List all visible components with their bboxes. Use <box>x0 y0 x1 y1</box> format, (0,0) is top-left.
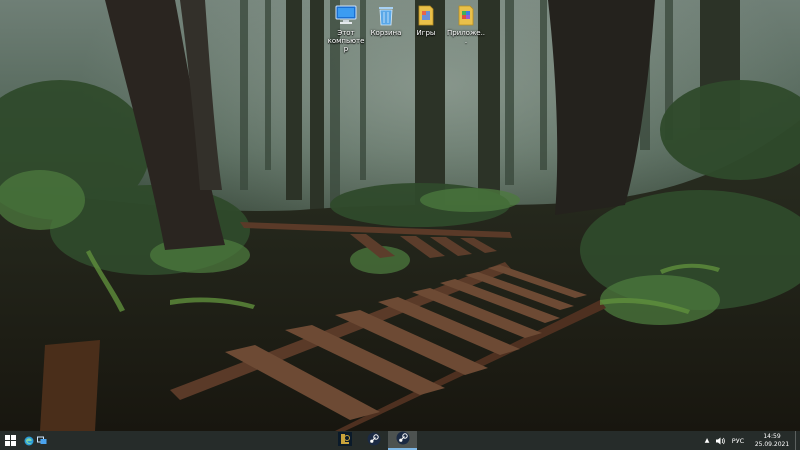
desktop-icon-this-pc[interactable]: Этот компьютер <box>326 3 366 53</box>
desktop-icon-label: Игры <box>416 29 436 37</box>
forest-stairs-image <box>0 0 800 431</box>
desktop-icon-label: Этот компьютер <box>327 29 365 53</box>
computer-icon <box>334 3 358 27</box>
tray-overflow-button[interactable]: ▲ <box>701 437 713 444</box>
recycle-bin-icon <box>374 3 398 27</box>
folder-apps-icon <box>454 3 478 27</box>
start-button[interactable] <box>0 431 20 450</box>
clock-date: 25.09.2021 <box>754 440 790 448</box>
desktop-icon-apps-folder[interactable]: Приложе... <box>446 3 486 53</box>
system-tray: ▲ РУС 14:59 25.09.2021 <box>701 431 800 450</box>
clock-time: 14:59 <box>763 433 781 440</box>
taskbar-app-league-of-legends[interactable] <box>330 431 359 450</box>
desktop-icon-recycle-bin[interactable]: Корзина <box>366 3 406 53</box>
task-view-icon[interactable] <box>37 436 47 446</box>
desktop-wallpaper <box>0 0 800 431</box>
taskbar-app-steam[interactable] <box>359 431 388 450</box>
input-language-indicator[interactable]: РУС <box>727 437 749 445</box>
show-desktop-button[interactable] <box>795 431 800 450</box>
desktop-icon-label: Корзина <box>370 29 402 37</box>
desktop-icon-games-folder[interactable]: Игры <box>406 3 446 53</box>
desktop-icon-label: Приложе... <box>446 29 486 45</box>
steam-icon <box>367 431 381 450</box>
steam-icon <box>396 430 410 449</box>
taskbar-app-steam-active[interactable] <box>388 431 417 450</box>
league-of-legends-icon <box>337 431 352 450</box>
windows-logo-icon <box>4 431 16 450</box>
desktop-icon-grid: Этот компьютер Корзина Игры Приложе... <box>326 3 486 53</box>
taskbar-pinned-apps <box>330 431 417 450</box>
taskbar-clock[interactable]: 14:59 25.09.2021 <box>749 433 795 448</box>
taskbar: ▲ РУС 14:59 25.09.2021 <box>0 431 800 450</box>
volume-icon[interactable] <box>713 437 727 445</box>
folder-icon <box>414 3 438 27</box>
quick-launch <box>24 436 47 446</box>
edge-icon[interactable] <box>24 436 34 446</box>
